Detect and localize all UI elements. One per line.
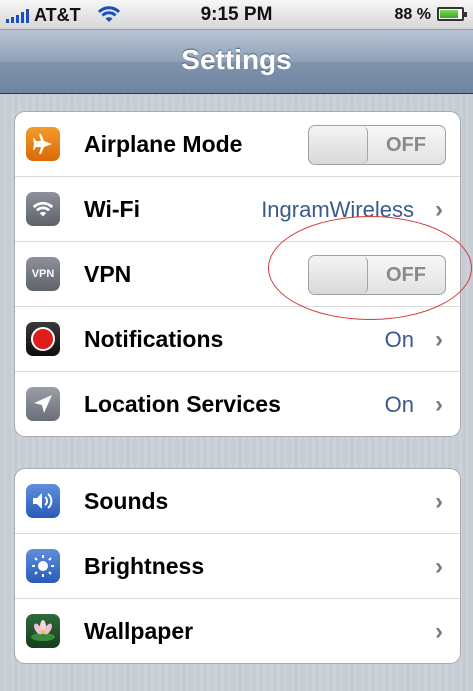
notifications-icon — [26, 322, 60, 356]
wallpaper-label: Wallpaper — [84, 618, 194, 644]
sounds-row[interactable]: Sounds › — [15, 469, 460, 534]
airplane-mode-toggle[interactable]: OFF — [308, 125, 446, 165]
toggle-knob — [309, 126, 368, 164]
sun-icon — [26, 549, 60, 583]
brightness-row[interactable]: Brightness › — [15, 534, 460, 599]
chevron-right-icon: › — [435, 553, 443, 580]
notifications-value: On — [384, 327, 414, 352]
chevron-right-icon: › — [435, 326, 443, 353]
vpn-icon: VPN — [26, 257, 60, 291]
location-services-value: On — [384, 392, 414, 417]
settings-group-device: Sounds › Brightness › Wallpaper › — [14, 468, 461, 664]
airplane-mode-label: Airplane Mode — [84, 131, 243, 157]
chevron-right-icon: › — [435, 488, 443, 515]
location-services-label: Location Services — [84, 391, 281, 417]
flower-icon — [26, 614, 60, 648]
notifications-row[interactable]: Notifications On › — [15, 307, 460, 372]
wifi-row[interactable]: Wi-Fi IngramWireless › — [15, 177, 460, 242]
chevron-right-icon: › — [435, 196, 443, 223]
sounds-label: Sounds — [84, 488, 169, 514]
airplane-icon — [26, 127, 60, 161]
settings-group-network: Airplane Mode OFF Wi-Fi IngramWireless ›… — [14, 111, 461, 437]
battery-level-fill — [440, 10, 458, 18]
battery-percentage: 88 % — [394, 6, 431, 23]
vpn-row: VPN VPN OFF — [15, 242, 460, 307]
chevron-right-icon: › — [435, 391, 443, 418]
wifi-network-name: IngramWireless — [261, 197, 414, 222]
chevron-right-icon: › — [435, 618, 443, 645]
vpn-icon-text: VPN — [31, 268, 55, 280]
notifications-label: Notifications — [84, 326, 224, 352]
vpn-toggle[interactable]: OFF — [308, 255, 446, 295]
airplane-mode-row: Airplane Mode OFF — [15, 112, 460, 177]
toggle-knob — [309, 256, 368, 294]
toggle-state: OFF — [386, 134, 426, 156]
wifi-icon — [26, 192, 60, 226]
brightness-label: Brightness — [84, 553, 205, 579]
wifi-label: Wi-Fi — [84, 196, 140, 222]
wallpaper-row[interactable]: Wallpaper › — [15, 599, 460, 663]
battery-icon — [437, 7, 467, 21]
status-bar: AT&T 9:15 PM 88 % — [0, 0, 473, 30]
toggle-state: OFF — [386, 264, 426, 286]
navigation-bar: Settings — [0, 30, 473, 94]
location-arrow-icon — [26, 387, 60, 421]
page-title: Settings — [181, 44, 292, 75]
speaker-icon — [26, 484, 60, 518]
location-services-row[interactable]: Location Services On › — [15, 372, 460, 436]
vpn-label: VPN — [84, 261, 132, 287]
